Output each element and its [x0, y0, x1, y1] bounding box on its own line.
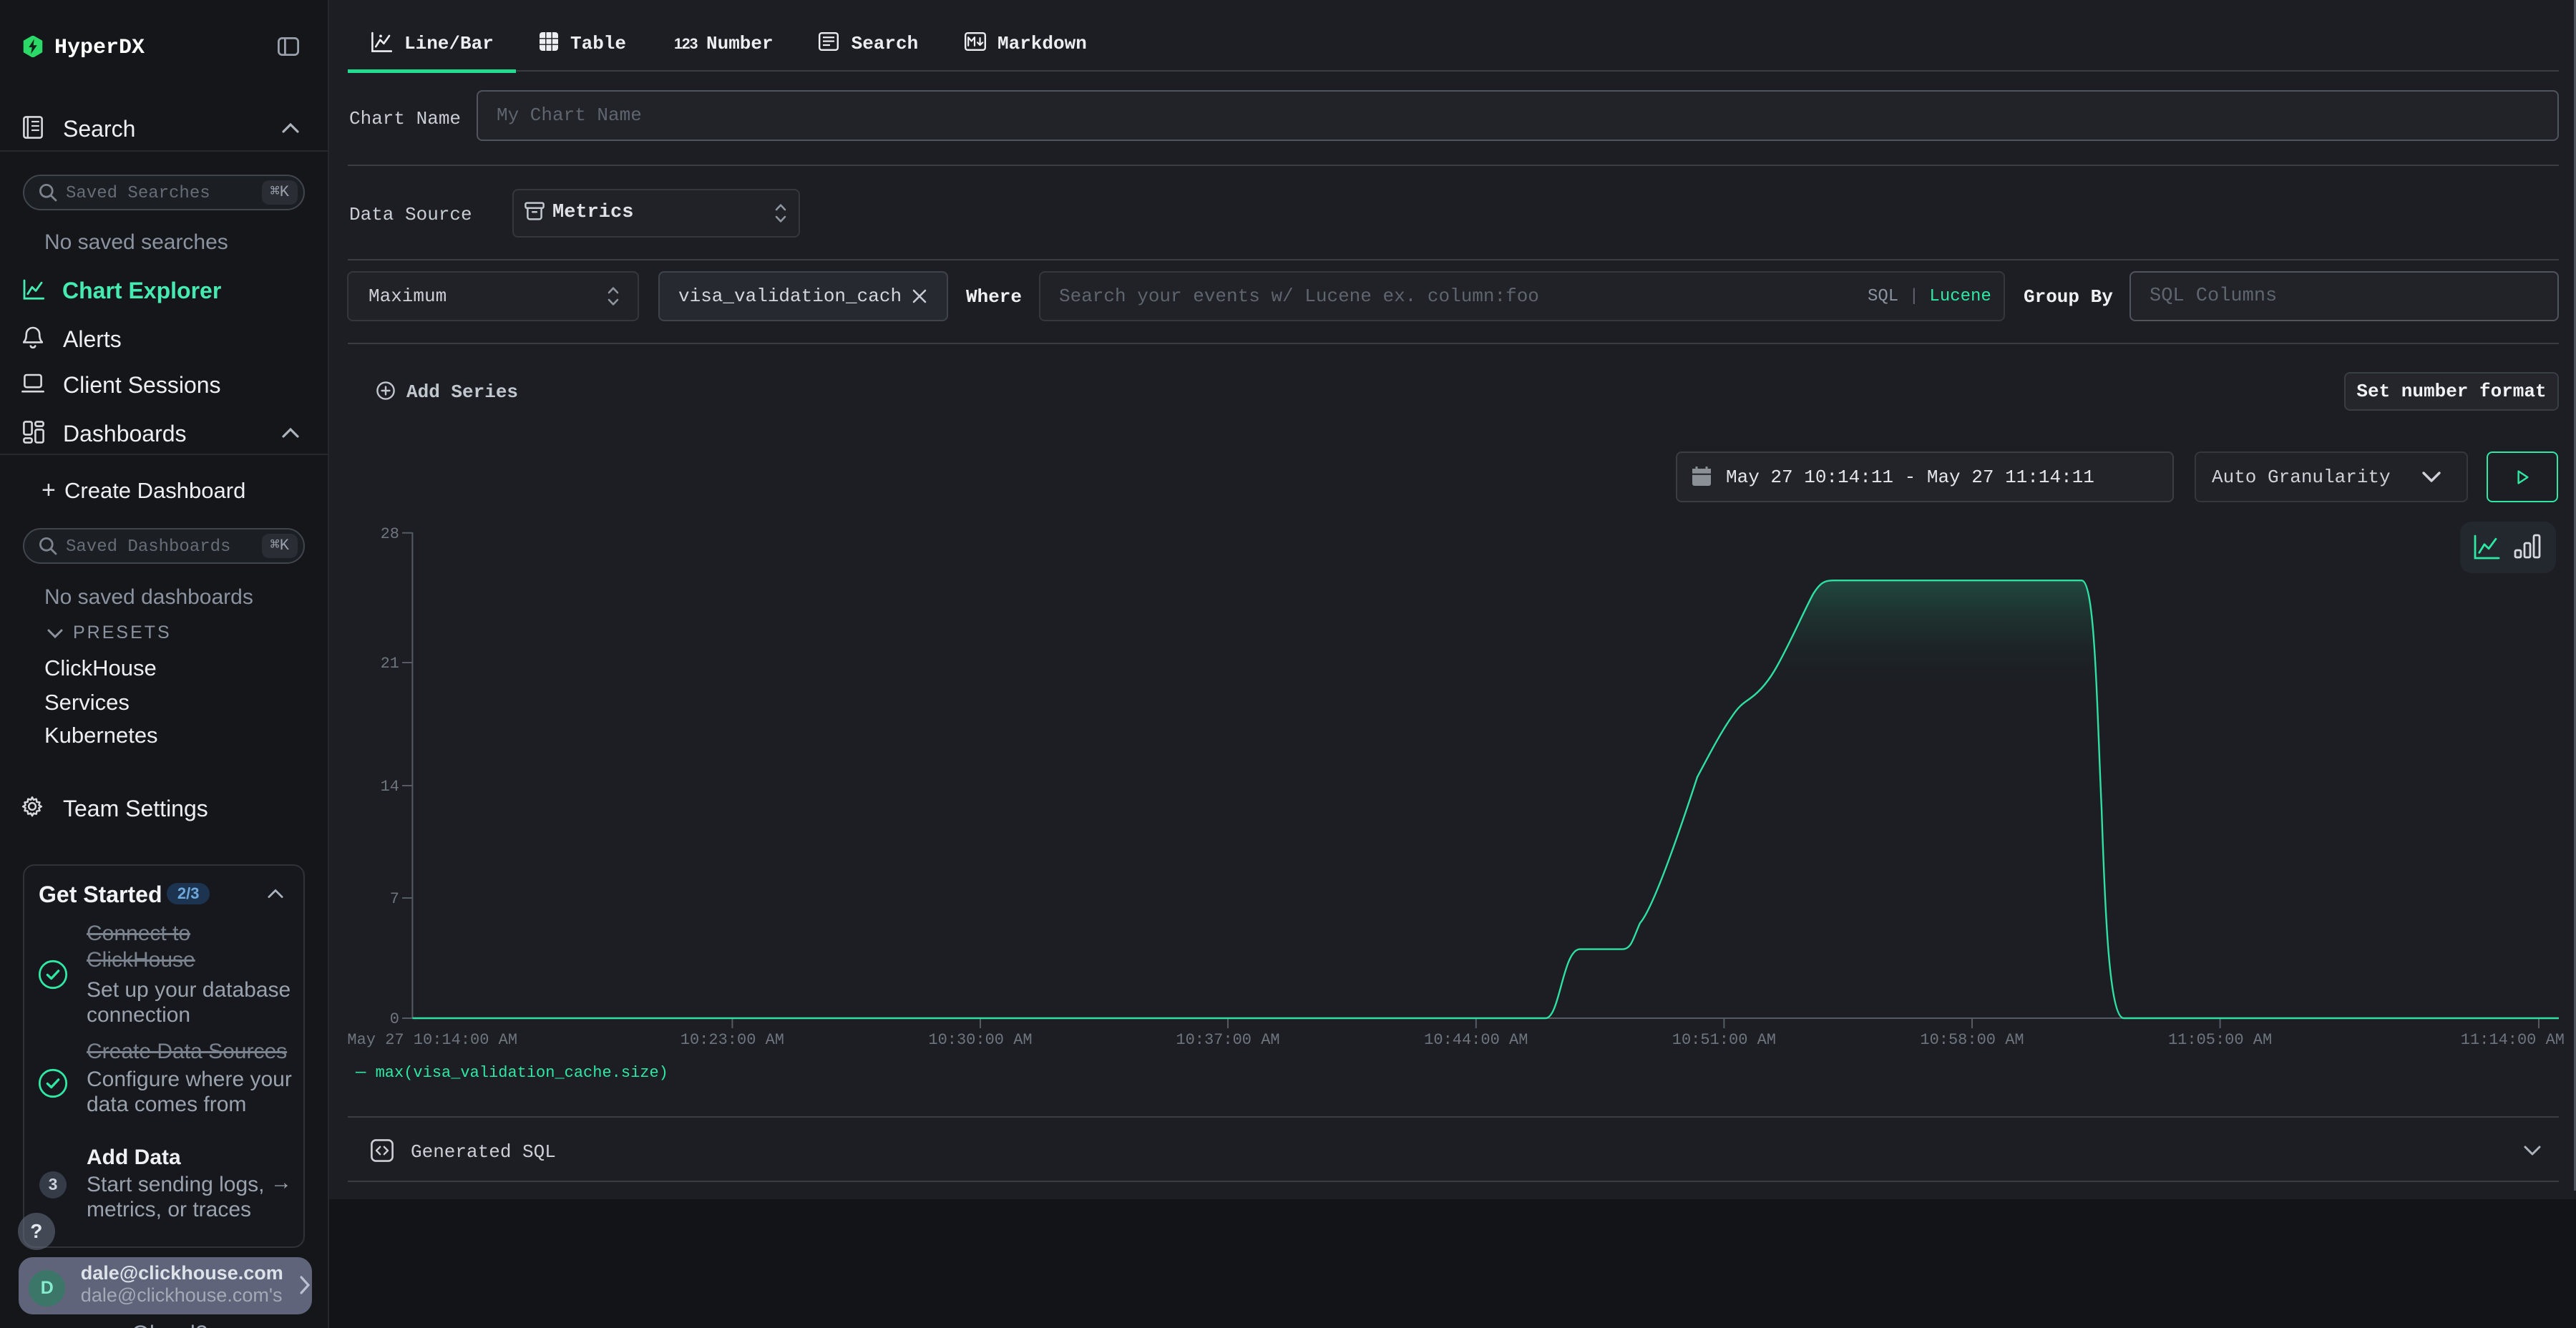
svg-text:10:37:00 AM: 10:37:00 AM	[1176, 1031, 1279, 1049]
svg-text:10:44:00 AM: 10:44:00 AM	[1424, 1031, 1528, 1049]
svg-text:21: 21	[381, 655, 399, 673]
svg-text:11:14:00 AM: 11:14:00 AM	[2461, 1031, 2565, 1049]
svg-text:28: 28	[381, 525, 399, 543]
svg-text:10:58:00 AM: 10:58:00 AM	[1920, 1031, 2024, 1049]
svg-text:10:51:00 AM: 10:51:00 AM	[1672, 1031, 1776, 1049]
svg-text:14: 14	[381, 778, 399, 796]
svg-text:10:30:00 AM: 10:30:00 AM	[928, 1031, 1032, 1049]
svg-text:10:23:00 AM: 10:23:00 AM	[680, 1031, 784, 1049]
svg-text:0: 0	[390, 1010, 399, 1028]
svg-text:May 27 10:14:00 AM: May 27 10:14:00 AM	[347, 1031, 517, 1049]
svg-text:7: 7	[390, 890, 399, 908]
svg-text:11:05:00 AM: 11:05:00 AM	[2168, 1031, 2272, 1049]
